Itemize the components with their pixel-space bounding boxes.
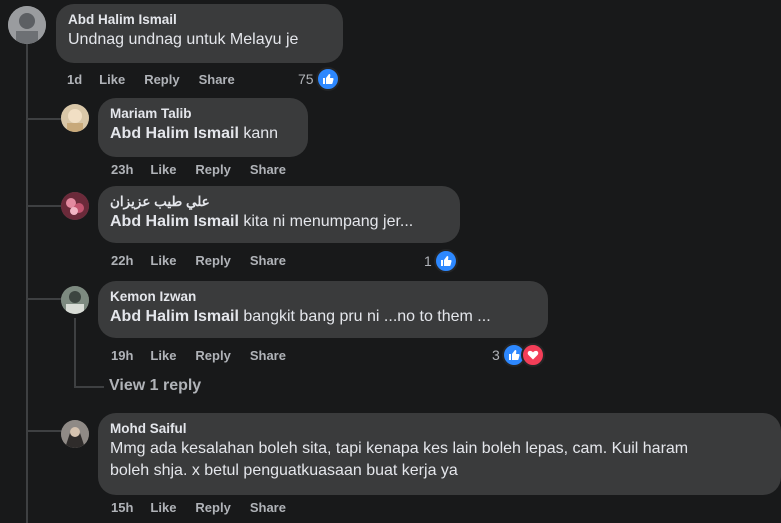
like-icon xyxy=(433,249,458,273)
reply-button[interactable]: Reply xyxy=(195,500,230,515)
share-button[interactable]: Share xyxy=(250,253,286,268)
comment-author[interactable]: Mariam Talib xyxy=(110,105,296,123)
thread-connector-2 xyxy=(26,205,62,207)
mention-link[interactable]: Abd Halim Ismail xyxy=(110,213,239,230)
subthread-line xyxy=(74,318,76,386)
comment-text: Abd Halim Ismail bangkit bang pru ni ...… xyxy=(110,306,536,328)
thread-connector-5 xyxy=(26,430,62,432)
mention-link[interactable]: Abd Halim Ismail xyxy=(110,125,239,142)
thread-connector-1 xyxy=(26,118,62,120)
comment-actions: 19h Like Reply Share xyxy=(111,348,305,363)
reply-button[interactable]: Reply xyxy=(195,348,230,363)
share-button[interactable]: Share xyxy=(250,348,286,363)
like-button[interactable]: Like xyxy=(99,72,125,87)
like-button[interactable]: Like xyxy=(150,253,176,268)
avatar[interactable] xyxy=(61,104,89,132)
avatar[interactable] xyxy=(61,286,89,314)
comment-text: Undnag undnag untuk Melayu je xyxy=(68,31,299,48)
like-icon xyxy=(315,67,340,91)
comment-author[interactable]: Mohd Saiful xyxy=(110,420,769,438)
reaction-count: 3 xyxy=(492,347,500,363)
mention-link[interactable]: Abd Halim Ismail xyxy=(110,308,239,325)
view-replies-link[interactable]: View 1 reply xyxy=(109,377,201,395)
comment-text: Abd Halim Ismail kann xyxy=(110,123,296,145)
user-photo-icon xyxy=(61,286,89,314)
share-button[interactable]: Share xyxy=(199,72,235,87)
comment-text: Abd Halim Ismail kita ni menumpang jer..… xyxy=(110,211,448,233)
share-button[interactable]: Share xyxy=(250,500,286,515)
comment-author[interactable]: علي طيب عزيزان xyxy=(110,193,448,211)
reaction-count: 1 xyxy=(424,253,432,269)
reaction-summary[interactable]: 1 xyxy=(424,249,458,273)
reply-button[interactable]: Reply xyxy=(195,253,230,268)
comment-bubble: علي طيب عزيزان Abd Halim Ismail kita ni … xyxy=(98,186,460,243)
comment-author[interactable]: Kemon Izwan xyxy=(110,288,536,306)
user-photo-icon xyxy=(61,104,89,132)
reaction-summary[interactable]: 75 xyxy=(298,67,340,91)
reply-button[interactable]: Reply xyxy=(195,162,230,177)
comment-time[interactable]: 15h xyxy=(111,500,133,515)
reply-button[interactable]: Reply xyxy=(144,72,179,87)
thread-line-main xyxy=(26,44,28,523)
comment-text: boleh shja. x betul penguatkuasaan buat … xyxy=(110,462,458,479)
share-button[interactable]: Share xyxy=(250,162,286,177)
comment-bubble: Abd Halim Ismail Undnag undnag untuk Mel… xyxy=(56,4,343,63)
comment-body: kita ni menumpang jer... xyxy=(243,213,414,230)
comment-author[interactable]: Abd Halim Ismail xyxy=(68,11,331,29)
avatar[interactable] xyxy=(61,420,89,448)
comment-actions: 22h Like Reply Share xyxy=(111,253,305,268)
comment-time[interactable]: 1d xyxy=(67,72,82,87)
subthread-connector xyxy=(74,386,104,388)
reaction-count: 75 xyxy=(298,71,314,87)
thread-connector-3 xyxy=(26,298,62,300)
avatar[interactable] xyxy=(61,192,89,220)
love-icon xyxy=(520,343,545,367)
reaction-summary[interactable]: 3 xyxy=(492,343,545,367)
comment-actions: 1d Like Reply Share xyxy=(67,72,254,87)
comment-bubble: Mariam Talib Abd Halim Ismail kann xyxy=(98,98,308,157)
comment-bubble: Mohd Saiful Mmg ada kesalahan boleh sita… xyxy=(98,413,781,495)
comment-actions: 23h Like Reply Share xyxy=(111,162,305,177)
user-photo-icon xyxy=(61,420,89,448)
user-photo-icon xyxy=(8,6,46,44)
comment-text: Mmg ada kesalahan boleh sita, tapi kenap… xyxy=(110,440,689,457)
user-photo-icon xyxy=(61,192,89,220)
avatar[interactable] xyxy=(8,6,46,44)
comment-time[interactable]: 19h xyxy=(111,348,133,363)
comment-body: kann xyxy=(243,125,279,142)
comment-body: bangkit bang pru ni ...no to them ... xyxy=(243,308,491,325)
like-button[interactable]: Like xyxy=(150,162,176,177)
like-button[interactable]: Like xyxy=(150,348,176,363)
comment-bubble: Kemon Izwan Abd Halim Ismail bangkit ban… xyxy=(98,281,548,338)
comment-time[interactable]: 22h xyxy=(111,253,133,268)
comment-time[interactable]: 23h xyxy=(111,162,133,177)
like-button[interactable]: Like xyxy=(150,500,176,515)
comment-actions: 15h Like Reply Share xyxy=(111,500,305,515)
